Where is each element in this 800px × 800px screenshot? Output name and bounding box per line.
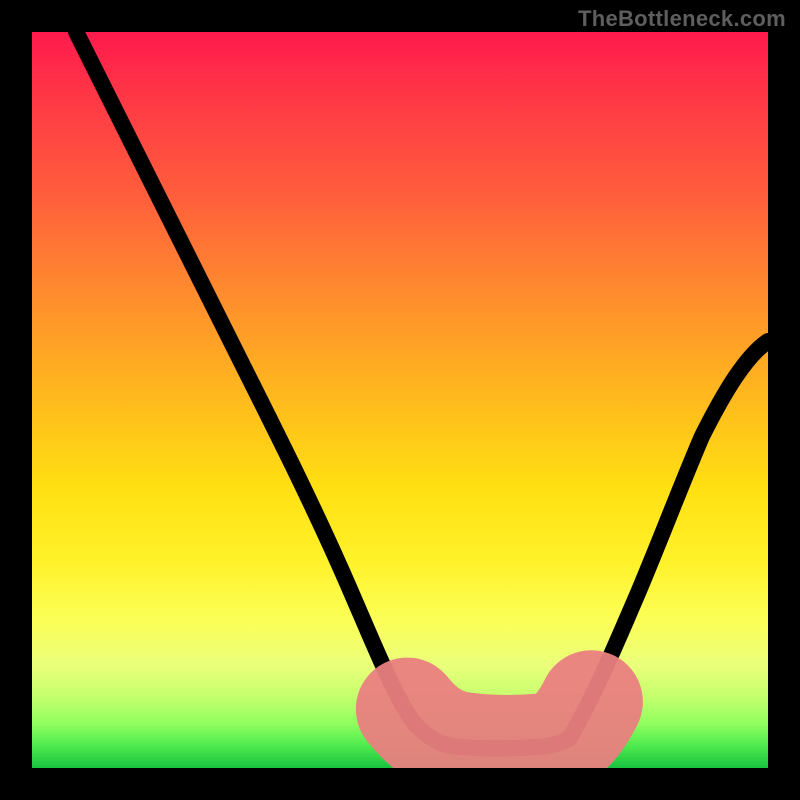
watermark-text: TheBottleneck.com: [578, 6, 786, 32]
chart-frame: TheBottleneck.com: [0, 0, 800, 800]
plot-area: [32, 32, 768, 768]
left-curve: [76, 32, 451, 746]
valley-highlight: [407, 702, 591, 747]
curve-layer: [32, 32, 768, 768]
